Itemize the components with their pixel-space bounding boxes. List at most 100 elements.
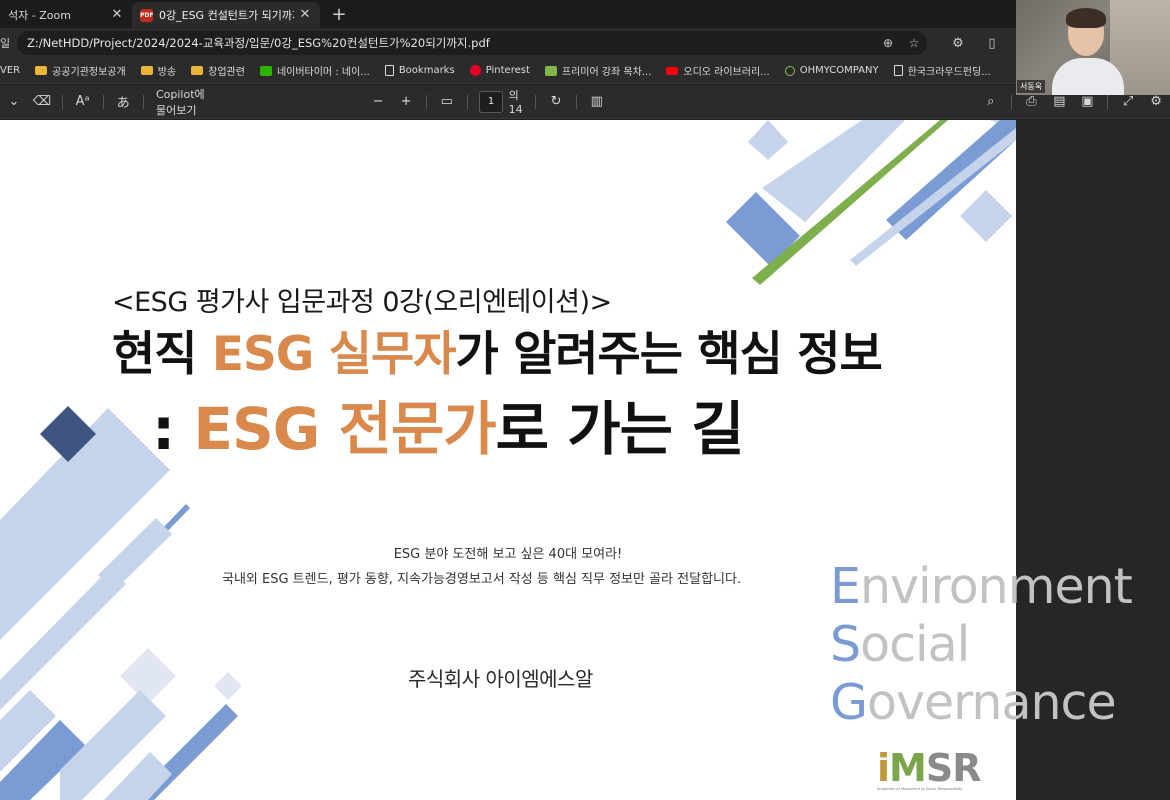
esg-word-environment: Environment: [830, 558, 1133, 616]
bookmark-item[interactable]: 창업관련: [191, 63, 245, 78]
bookmark-label: 방송: [157, 67, 177, 78]
bookmark-label: 네이버타이머 : 네이...: [276, 67, 370, 78]
divider: [102, 94, 104, 109]
file-label: 일: [0, 37, 11, 50]
description-text: ESG 분야 도전해 보고 싶은 40대 모여라!: [393, 547, 623, 562]
title-text: 가 알려주는 핵심 정보: [455, 327, 882, 382]
imsr-logo: iMSR Imagineer of Movement to Social Res…: [877, 748, 981, 791]
bookmark-item[interactable]: 한국크라우드펀딩...: [893, 63, 991, 78]
bookmark-item[interactable]: VER: [0, 65, 20, 76]
tab-label: 석자 - Zoom: [8, 9, 71, 22]
deco-diamond: [748, 120, 788, 160]
page-view-icon[interactable]: ▥: [583, 94, 611, 109]
title-accent: ESG 실무자: [211, 327, 457, 382]
settings-gear-icon[interactable]: ⚙: [1142, 94, 1170, 109]
tab-zoom[interactable]: 석자 - Zoom ✕: [0, 2, 132, 28]
fullscreen-icon[interactable]: ⤢: [1114, 94, 1142, 109]
divider: [535, 94, 537, 109]
bookmark-label: Pinterest: [485, 65, 530, 76]
favorite-star-icon[interactable]: ☆: [901, 36, 927, 50]
company-name: 주식회사 아이엠에스알: [408, 667, 593, 691]
url-text[interactable]: Z:/NetHDD/Project/2024/2024-교육과정/입문/0강_E…: [27, 35, 875, 51]
bookmark-item[interactable]: 오디오 라이브러리...: [666, 63, 770, 78]
eraser-icon[interactable]: ⌫: [28, 94, 56, 109]
bookmark-label: VER: [0, 65, 21, 76]
address-bar[interactable]: Z:/NetHDD/Project/2024/2024-교육과정/입문/0강_E…: [17, 31, 927, 55]
lecture-subtitle: <ESG 평가사 입문과정 0강(오리엔테이션)>: [112, 287, 612, 318]
pdf-file-icon: PDF: [140, 8, 153, 22]
webcam-video[interactable]: 서동욱: [1016, 0, 1170, 95]
browser-window: 석자 - Zoom ✕ PDF 0강_ESG 컨설턴트가 되기까지.pdf ✕ …: [0, 0, 1170, 800]
divider: [62, 94, 63, 109]
participant-hair: [1066, 8, 1106, 28]
zoom-icon[interactable]: ⊕: [875, 36, 901, 50]
esg-initial: G: [830, 674, 868, 731]
slide-title-line1: 현직 ESG 실무자가 알려주는 핵심 정보: [112, 315, 883, 384]
slide-description-2: 국내외 ESG 트렌드, 평가 동향, 지속가능경영보고서 작성 등 핵심 직무…: [222, 572, 742, 587]
save-as-icon[interactable]: ▣: [1073, 94, 1101, 109]
fit-page-icon[interactable]: ▭: [433, 94, 461, 109]
esg-word-governance: Governance: [830, 674, 1132, 732]
chevron-down-icon[interactable]: ⌄: [0, 94, 28, 109]
translate-icon[interactable]: あ: [109, 92, 137, 111]
read-aloud-icon[interactable]: Aᵃ: [69, 94, 97, 109]
page-icon: [893, 65, 903, 76]
address-row: 일 Z:/NetHDD/Project/2024/2024-교육과정/입문/0강…: [0, 28, 1016, 58]
bookmark-label: 프리미어 강좌 목차...: [561, 67, 652, 78]
bookmark-item[interactable]: 방송: [140, 63, 177, 78]
page-total-label: 의 14: [508, 89, 523, 116]
naver-icon: [259, 65, 272, 76]
tab-bar: 석자 - Zoom ✕ PDF 0강_ESG 컨설턴트가 되기까지.pdf ✕ …: [0, 0, 1016, 28]
logo-m: M: [889, 746, 927, 790]
page-number-input[interactable]: 1: [479, 90, 503, 113]
save-icon[interactable]: ▤: [1045, 94, 1073, 109]
split-screen-icon[interactable]: ▯: [975, 36, 1009, 51]
divider: [1010, 94, 1012, 109]
bookmark-label: 오디오 라이브러리...: [683, 67, 770, 78]
tab-pdf[interactable]: PDF 0강_ESG 컨설턴트가 되기까지.pdf ✕: [132, 2, 320, 28]
folder-icon: [35, 66, 48, 75]
title-accent: ESG 전문가: [193, 395, 496, 463]
bookmark-label: OHMYCOMPANY: [799, 65, 879, 76]
logo-rest: SR: [925, 746, 982, 790]
deco-diamond: [960, 190, 1012, 242]
esg-word-social: Social: [830, 616, 1132, 674]
bookmark-item[interactable]: 프리미어 강좌 목차...: [544, 63, 652, 78]
bookmark-item[interactable]: 네이버타이머 : 네이...: [259, 63, 370, 78]
bookmark-item[interactable]: Bookmarks: [384, 65, 455, 76]
ohmy-icon: [784, 65, 795, 76]
deco-diamond: [214, 672, 242, 700]
bookmarks-bar: VER 공공기관정보공개 방송 창업관련 네이버타이머 : 네이... Book…: [0, 58, 1016, 84]
bookmark-item[interactable]: OHMYCOMPANY: [784, 65, 879, 76]
extensions-icon[interactable]: ⚙: [941, 36, 975, 51]
pinterest-icon: [469, 65, 481, 76]
title-text: :: [152, 395, 194, 463]
esg-initial: E: [830, 558, 861, 615]
divider: [576, 94, 577, 109]
bookmark-label: 창업관련: [208, 67, 245, 78]
esg-rest: ocial: [860, 616, 970, 673]
page-icon: [384, 65, 394, 76]
zoom-in-icon[interactable]: +: [392, 94, 420, 109]
bookmark-label: 한국크라우드펀딩...: [907, 67, 991, 78]
rotate-icon[interactable]: ↻: [542, 94, 570, 109]
divider: [466, 94, 468, 109]
bookmark-item[interactable]: Pinterest: [469, 65, 530, 76]
search-icon[interactable]: ⌕: [977, 94, 1005, 109]
divider: [1107, 94, 1109, 109]
esg-initial: S: [830, 616, 861, 673]
bookmark-label: Bookmarks: [398, 65, 455, 76]
close-icon[interactable]: ✕: [110, 8, 124, 22]
new-tab-button[interactable]: +: [326, 2, 352, 28]
esg-words: Environment Social Governance: [830, 558, 1133, 732]
close-icon[interactable]: ✕: [298, 8, 312, 22]
title-text: 현직: [112, 327, 212, 382]
copilot-button[interactable]: Copilot에 물어보기: [156, 86, 216, 118]
tab-label: 0강_ESG 컨설턴트가 되기까지.pdf: [159, 9, 294, 22]
print-icon[interactable]: ⎙: [1017, 94, 1045, 109]
esg-rest: overnance: [866, 674, 1117, 731]
participant-name: 서동욱: [1017, 80, 1046, 93]
zoom-out-icon[interactable]: −: [364, 94, 392, 109]
folder-icon: [140, 66, 153, 75]
bookmark-item[interactable]: 공공기관정보공개: [35, 63, 126, 78]
